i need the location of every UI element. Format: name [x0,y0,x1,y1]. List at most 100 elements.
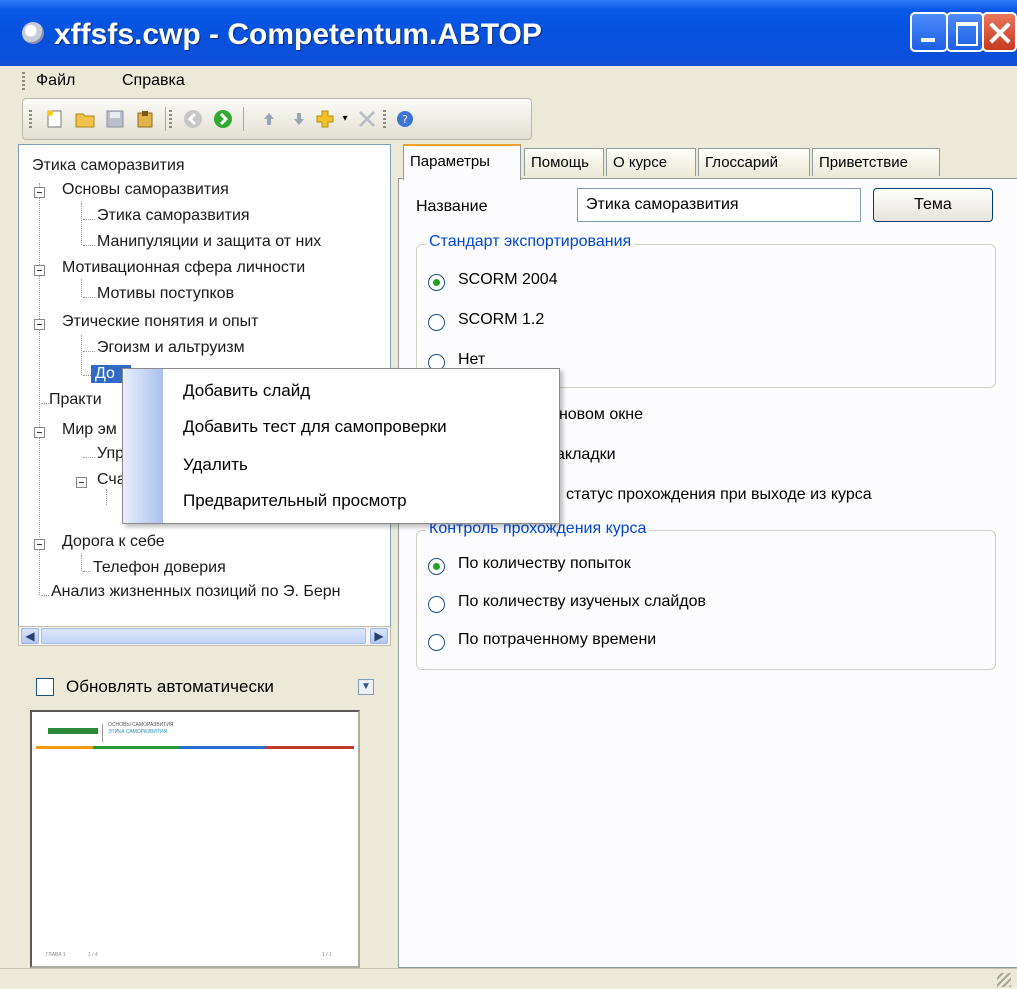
tree-item[interactable]: Мир эм [62,421,117,439]
tabs-option-label[interactable]: акладки [556,446,616,464]
tree-expander[interactable] [76,477,87,488]
radio-scorm12-label[interactable]: SCORM 1.2 [458,311,544,329]
radio-time-label[interactable]: По потраченному времени [458,631,656,649]
tree-line [83,219,95,220]
tree-horizontal-scrollbar[interactable]: ◀ ▶ [18,626,391,646]
scroll-left-icon[interactable]: ◀ [21,628,39,644]
open-folder-icon[interactable] [75,109,95,129]
menu-help[interactable]: Справка [122,72,185,90]
tree-line [39,183,40,537]
tree-line [83,297,95,298]
toolbar-grip[interactable] [29,110,32,128]
radio-attempts[interactable] [428,558,445,575]
tree-item[interactable]: Упр [97,445,124,463]
radio-scorm2004[interactable] [428,274,445,291]
properties-tabs: Параметры Помощь О курсе Глоссарий Приве… [398,144,1017,180]
radio-time[interactable] [428,634,445,651]
save-icon[interactable] [105,109,125,129]
tree-line [39,549,40,595]
tab-about-course[interactable]: О курсе [606,148,696,176]
resize-grip-icon[interactable] [997,973,1011,987]
preview-divider [102,724,103,742]
preview-logo [48,728,98,734]
tree-item[interactable]: Этические понятия и опыт [62,313,259,331]
app-icon [22,22,44,44]
add-icon[interactable] [315,109,335,129]
add-dropdown-arrow-icon[interactable]: ▾ [335,109,355,129]
menu-add-self-test[interactable]: Добавить тест для самопроверки [183,417,447,437]
menu-file[interactable]: Файл [36,72,75,90]
menu-add-slide[interactable]: Добавить слайд [183,381,310,401]
scrollbar-thumb[interactable] [41,628,366,644]
name-field[interactable] [577,188,861,222]
minimize-button[interactable] [910,12,948,52]
tree-expander[interactable] [34,265,45,276]
tree-item[interactable]: Мотивационная сфера личности [62,259,305,277]
auto-update-checkbox[interactable] [36,678,54,696]
preview-color-band [36,746,354,749]
tree-item[interactable]: Этика саморазвития [97,207,250,225]
theme-button[interactable]: Тема [873,188,993,222]
move-down-icon[interactable] [289,109,309,129]
radio-slides[interactable] [428,596,445,613]
tree-item[interactable]: Практи [49,391,102,409]
tab-parameters[interactable]: Параметры [403,144,521,180]
toolbar-grip[interactable] [383,110,386,128]
tab-welcome[interactable]: Приветствие [812,148,940,176]
auto-update-bar: Обновлять автоматически ▼ [18,664,391,704]
slide-preview: ОСНОВЫ САМОРАЗВИТИЯ ЭТИКА САМОРАЗВИТИЯ Г… [30,710,360,968]
tab-help[interactable]: Помощь [524,148,604,176]
toolbar-grip[interactable] [169,110,172,128]
forward-icon[interactable] [213,109,233,129]
menu-bar: Файл Справка [0,66,1017,96]
application-window: xffsfs.cwp - Competentum.ABTOP Файл Спра… [0,0,1017,989]
tree-line [83,375,91,376]
tree-line [83,571,91,572]
tree-item[interactable]: Основы саморазвития [62,181,229,199]
window-title: xffsfs.cwp - Competentum.ABTOP [54,18,542,51]
status-bar [0,968,1017,989]
package-icon[interactable] [135,109,155,129]
tree-expander[interactable] [34,187,45,198]
radio-slides-label[interactable]: По количеству изученых слайдов [458,593,706,611]
maximize-button[interactable] [946,12,984,52]
delete-icon[interactable] [357,109,377,129]
menu-preview[interactable]: Предварительный просмотр [183,491,407,511]
back-icon[interactable] [183,109,203,129]
close-button[interactable] [982,12,1017,52]
context-menu-icon-strip [123,369,163,523]
menubar-grip[interactable] [22,72,25,90]
preview-footer-right: 1 / 1 [322,952,332,958]
tree-item[interactable]: Эгоизм и альтруизм [97,339,245,357]
preview-header-line2: ЭТИКА САМОРАЗВИТИЯ [108,729,168,735]
radio-attempts-label[interactable]: По количеству попыток [458,555,631,573]
status-option-label[interactable]: статус прохождения при выходе из курса [566,486,872,504]
collapse-chevron-icon[interactable]: ▼ [358,679,374,695]
toolbar: ▾ ? [22,98,532,140]
tree-expander[interactable] [34,319,45,330]
svg-text:?: ? [402,113,408,126]
radio-scorm2004-label[interactable]: SCORM 2004 [458,271,558,289]
menu-delete[interactable]: Удалить [183,455,248,475]
tree-item[interactable]: Телефон доверия [93,559,226,577]
tree-item[interactable]: Манипуляции и защита от них [97,233,321,251]
tree-line [106,489,107,505]
radio-none-label[interactable]: Нет [458,351,485,369]
tree-item[interactable]: Анализ жизненных позиций по Э. Берн [51,583,340,601]
new-file-icon[interactable] [45,109,65,129]
scroll-right-icon[interactable]: ▶ [370,628,388,644]
tree-root[interactable]: Этика саморазвития [32,157,185,175]
tree-line [81,555,82,571]
tree-expander[interactable] [34,427,45,438]
toolbar-separator [165,107,166,131]
tree-item[interactable]: Мотивы поступков [97,285,234,303]
help-icon[interactable]: ? [395,109,415,129]
tree-item[interactable]: Дорога к себе [62,533,165,551]
toolbar-separator [243,107,244,131]
new-window-option-label[interactable]: в новом окне [546,406,643,424]
preview-footer-left: ГЛАВА 1 [46,952,66,958]
tree-line [83,351,95,352]
radio-scorm12[interactable] [428,314,445,331]
move-up-icon[interactable] [259,109,279,129]
tab-glossary[interactable]: Глоссарий [698,148,810,176]
